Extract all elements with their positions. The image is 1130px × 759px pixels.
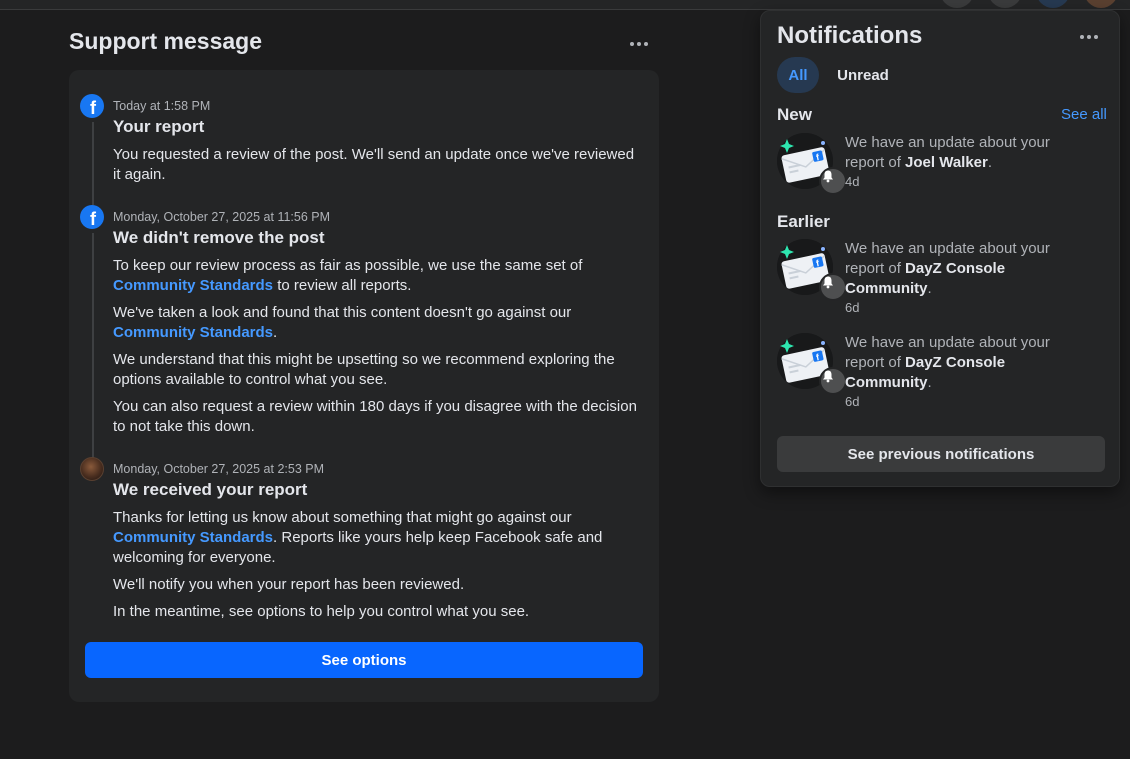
entry-timestamp: Monday, October 27, 2025 at 11:56 PM (113, 210, 331, 224)
report-envelope-icon: f (777, 333, 847, 395)
notification-age: 4d (845, 174, 860, 189)
entry-timestamp: Monday, October 27, 2025 at 2:53 PM (113, 462, 325, 476)
notification-item[interactable]: f We have an update about your report of… (769, 133, 1109, 223)
see-all-link[interactable]: See all (1061, 106, 1107, 123)
top-navigation-bar (0, 0, 1130, 10)
entry-paragraph: You can also request a review within 180… (113, 398, 637, 435)
entry-paragraph: Thanks for letting us know about somethi… (113, 509, 603, 566)
entry-paragraph: In the meantime, see options to help you… (113, 603, 530, 620)
entry-heading: We received your report (113, 480, 308, 499)
support-message-card: f Today at 1:58 PM Your report You reque… (69, 70, 659, 702)
notifications-title: Notifications (777, 22, 923, 49)
notification-age: 6d (845, 394, 860, 409)
community-standards-link[interactable]: Community Standards (113, 529, 273, 546)
notification-text: We have an update about your report of J… (845, 134, 1050, 171)
notification-item[interactable]: f We have an update about your report of… (769, 239, 1109, 329)
support-entry-received-report: Monday, October 27, 2025 at 2:53 PM We r… (80, 457, 645, 629)
report-envelope-icon: f (777, 133, 847, 195)
nav-notifications-button[interactable] (1036, 0, 1070, 8)
support-more-options-button[interactable] (625, 34, 653, 54)
report-envelope-icon: f (777, 239, 847, 301)
entry-paragraph: To keep our review process as fair as po… (113, 257, 583, 294)
support-entry-your-report: f Today at 1:58 PM Your report You reque… (80, 94, 645, 192)
community-standards-link[interactable]: Community Standards (113, 324, 273, 341)
nav-profile-avatar[interactable] (1084, 0, 1118, 8)
notification-item[interactable]: f We have an update about your report of… (769, 333, 1109, 423)
bell-badge-icon (819, 167, 847, 195)
support-entry-not-removed: f Monday, October 27, 2025 at 11:56 PM W… (80, 205, 645, 444)
facebook-logo-icon: f (80, 94, 104, 118)
more-dots-icon (630, 42, 634, 46)
entry-heading: We didn't remove the post (113, 228, 325, 247)
entry-paragraph: We've taken a look and found that this c… (113, 304, 572, 341)
notifications-panel: Notifications All Unread New See all f W… (760, 10, 1120, 487)
entry-paragraph: We'll notify you when your report has be… (113, 576, 465, 593)
more-dots-icon (1080, 35, 1084, 39)
notification-text: We have an update about your report of D… (845, 240, 1050, 297)
facebook-logo-icon: f (80, 205, 104, 229)
bell-badge-icon (819, 273, 847, 301)
entry-heading: Your report (113, 117, 205, 136)
section-label-earlier: Earlier (777, 212, 830, 231)
entry-timestamp: Today at 1:58 PM (113, 99, 211, 113)
see-options-button[interactable]: See options (85, 642, 643, 678)
community-standards-link[interactable]: Community Standards (113, 277, 273, 294)
entry-paragraph: You requested a review of the post. We'l… (113, 146, 635, 183)
bell-badge-icon (819, 367, 847, 395)
entry-paragraph: We understand that this might be upsetti… (113, 351, 615, 388)
tab-unread[interactable]: Unread (829, 57, 897, 93)
user-avatar (80, 457, 104, 481)
support-message-title: Support message (69, 28, 262, 54)
tab-all[interactable]: All (777, 57, 819, 93)
see-previous-notifications-button[interactable]: See previous notifications (777, 436, 1105, 472)
notification-text: We have an update about your report of D… (845, 334, 1050, 391)
nav-menu-button[interactable] (940, 0, 974, 8)
notification-age: 6d (845, 300, 860, 315)
nav-messenger-button[interactable] (988, 0, 1022, 8)
notifications-more-options-button[interactable] (1075, 27, 1103, 47)
section-label-new: New (777, 105, 812, 124)
